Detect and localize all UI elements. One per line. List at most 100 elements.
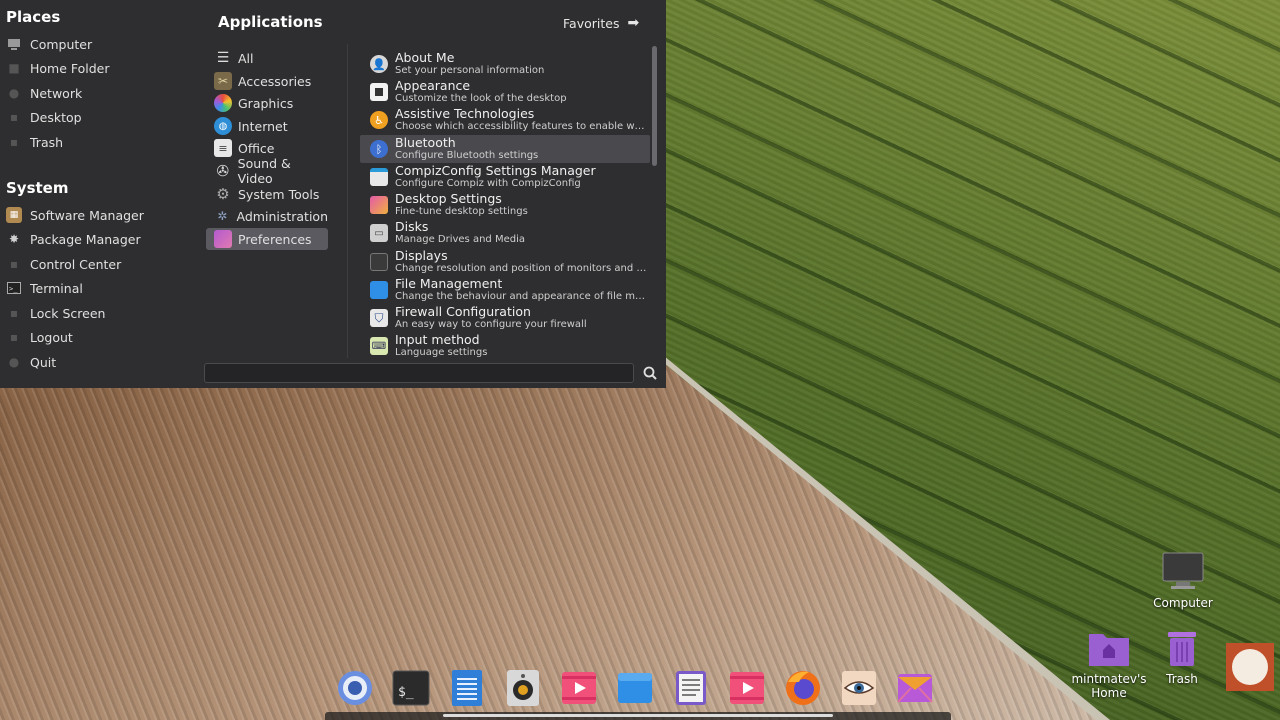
application-menu: Places Computer ■ Home Folder ● Network … [0,0,666,388]
administration-icon: ✲ [217,209,228,223]
text-editor-icon [452,670,482,706]
category-accessories[interactable]: ✂ Accessories [206,70,328,92]
network-icon: ● [8,86,20,100]
app-item-disks[interactable]: ▭ Disks Manage Drives and Media [360,219,650,247]
terminal-icon: $_ [392,670,430,706]
app-item-bluetooth[interactable]: ᛒ Bluetooth Configure Bluetooth settings [360,135,650,163]
category-label: Graphics [238,95,294,111]
app-item-compizconfig[interactable]: CompizConfig Settings Manager Configure … [360,163,650,191]
trash-icon: ▪ [9,135,19,149]
dock-file-manager[interactable] [614,668,656,708]
desktop-stamp-image[interactable] [1226,643,1274,691]
system-item-label: Quit [30,354,57,370]
places-item-computer[interactable]: Computer [6,33,92,55]
dock-browser-globe[interactable] [334,668,376,708]
firefox-icon [786,671,820,705]
desktop-settings-icon [370,196,388,214]
media-player-icon [562,672,596,704]
system-item-quit[interactable]: ● Quit [6,351,56,373]
dock-mail[interactable] [894,668,936,708]
places-item-label: Trash [30,134,64,150]
app-item-about-me[interactable]: 👤 About Me Set your personal information [360,50,650,78]
dock-video-player[interactable] [726,668,768,708]
category-preferences[interactable]: Preferences [206,228,328,250]
system-item-software-manager[interactable]: ▦ Software Manager [6,204,144,226]
app-desc: Fine-tune desktop settings [395,206,528,217]
places-item-label: Desktop [30,109,82,125]
app-item-displays[interactable]: Displays Change resolution and position … [360,248,650,276]
app-desc: Language settings [395,347,488,358]
desktop-icon-computer[interactable]: Computer [1150,552,1216,610]
app-item-firewall-configuration[interactable]: ⛉ Firewall Configuration An easy way to … [360,304,650,332]
app-desc: Manage Drives and Media [395,234,525,245]
desktop-icon-home[interactable]: mintmatev's Home [1056,628,1162,700]
places-item-label: Home Folder [30,60,110,76]
app-desc: Choose which accessibility features to e… [395,121,649,132]
search-icon[interactable] [640,363,660,383]
places-item-home-folder[interactable]: ■ Home Folder [6,57,110,79]
desktop-icon-label: mintmatev's Home [1071,672,1147,700]
compizconfig-icon [370,168,388,186]
dock-text-editor[interactable] [446,668,488,708]
favorites-button[interactable]: Favorites ➡ [563,15,639,31]
package-manager-icon: ✸ [8,232,20,246]
appearance-icon [370,83,388,101]
browser-globe-icon [338,671,372,705]
system-item-label: Control Center [30,256,122,272]
home-folder-icon [1087,628,1131,668]
dock-speaker[interactable] [502,668,544,708]
system-item-control-center[interactable]: ▪ Control Center [6,253,121,275]
system-item-package-manager[interactable]: ✸ Package Manager [6,228,141,250]
category-graphics[interactable]: Graphics [206,92,328,114]
category-internet[interactable]: ◍ Internet [206,115,328,137]
app-item-input-method[interactable]: ⌨ Input method Language settings [360,332,650,358]
app-name: Appearance [395,78,471,93]
column-divider [347,44,348,358]
category-all[interactable]: ☰ All [206,47,328,69]
dock-media-player[interactable] [558,668,600,708]
system-item-terminal[interactable]: >_ Terminal [6,277,83,299]
places-heading: Places [6,8,61,26]
places-item-trash[interactable]: ▪ Trash [6,131,63,153]
places-item-network[interactable]: ● Network [6,82,82,104]
search-input[interactable] [204,363,634,383]
office-icon: ≡ [214,139,232,157]
category-label: Office [238,140,275,156]
app-name: About Me [395,50,455,65]
desktop-icon-trash[interactable]: Trash [1160,628,1204,686]
dock-eye-viewer[interactable] [838,668,880,708]
file-manager-icon [618,673,652,703]
category-label: Administration [236,208,328,224]
desktop-icon-label: Computer [1153,596,1213,610]
category-administration[interactable]: ✲ Administration [206,205,328,227]
app-name: Firewall Configuration [395,304,531,319]
computer-icon [1162,552,1204,592]
places-item-desktop[interactable]: ▪ Desktop [6,106,82,128]
app-item-desktop-settings[interactable]: Desktop Settings Fine-tune desktop setti… [360,191,650,219]
app-list-scrollbar[interactable] [652,46,657,166]
app-desc: An easy way to configure your firewall [395,319,587,330]
system-item-label: Lock Screen [30,305,106,321]
video-player-icon [730,672,764,704]
favorites-label: Favorites [563,15,620,31]
app-desc: Customize the look of the desktop [395,93,567,104]
mail-icon [897,674,933,703]
input-method-icon: ⌨ [370,337,388,355]
dock-notes[interactable] [670,668,712,708]
bluetooth-icon: ᛒ [370,140,388,158]
app-name: Bluetooth [395,135,456,150]
software-manager-icon: ▦ [6,207,22,223]
notes-icon [676,671,706,705]
system-item-logout[interactable]: ▪ Logout [6,326,73,348]
app-item-appearance[interactable]: Appearance Customize the look of the des… [360,78,650,106]
category-system-tools[interactable]: ⚙ System Tools [206,183,328,205]
dock-bar [325,712,951,720]
app-item-file-management[interactable]: File Management Change the behaviour and… [360,276,650,304]
app-item-assistive-technologies[interactable]: ♿ Assistive Technologies Choose which ac… [360,106,650,134]
desktop-icon: ▪ [9,110,19,124]
system-item-lock-screen[interactable]: ▪ Lock Screen [6,302,106,324]
dock-firefox[interactable] [782,668,824,708]
category-sound-video[interactable]: ✇ Sound & Video [206,156,328,186]
app-name: Disks [395,219,429,234]
dock-terminal[interactable]: $_ [390,668,432,708]
